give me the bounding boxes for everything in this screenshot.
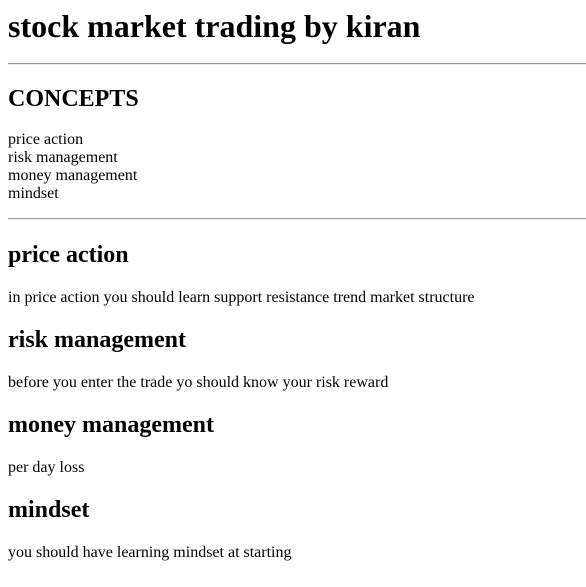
section-text: before you enter the trade yo should kno… — [8, 374, 389, 391]
concept-item-money-management: money management — [8, 167, 138, 184]
concepts-heading: CONCEPTS — [8, 86, 139, 112]
section-risk-management: risk management before you enter the tra… — [8, 326, 586, 392]
concepts-list: price action risk management money manag… — [8, 131, 586, 203]
section-text: in price action you should learn support… — [8, 289, 475, 306]
page: stock market trading by kiran CONCEPTS p… — [0, 0, 586, 562]
page-title: stock market trading by kiran — [8, 8, 421, 44]
concept-item-risk-management: risk management — [8, 149, 118, 166]
concept-item-price-action: price action — [8, 131, 84, 148]
divider-top — [8, 63, 586, 65]
concept-item-mindset: mindset — [8, 185, 59, 202]
divider-middle — [8, 218, 586, 220]
section-text: you should have learning mindset at star… — [8, 544, 292, 561]
section-heading: risk management — [8, 327, 186, 353]
section-mindset: mindset you should have learning mindset… — [8, 496, 586, 562]
section-money-management: money management per day loss — [8, 411, 586, 477]
section-heading: price action — [8, 242, 129, 268]
section-price-action: price action in price action you should … — [8, 241, 586, 307]
section-text: per day loss — [8, 459, 85, 476]
section-heading: mindset — [8, 497, 90, 523]
section-heading: money management — [8, 412, 214, 438]
